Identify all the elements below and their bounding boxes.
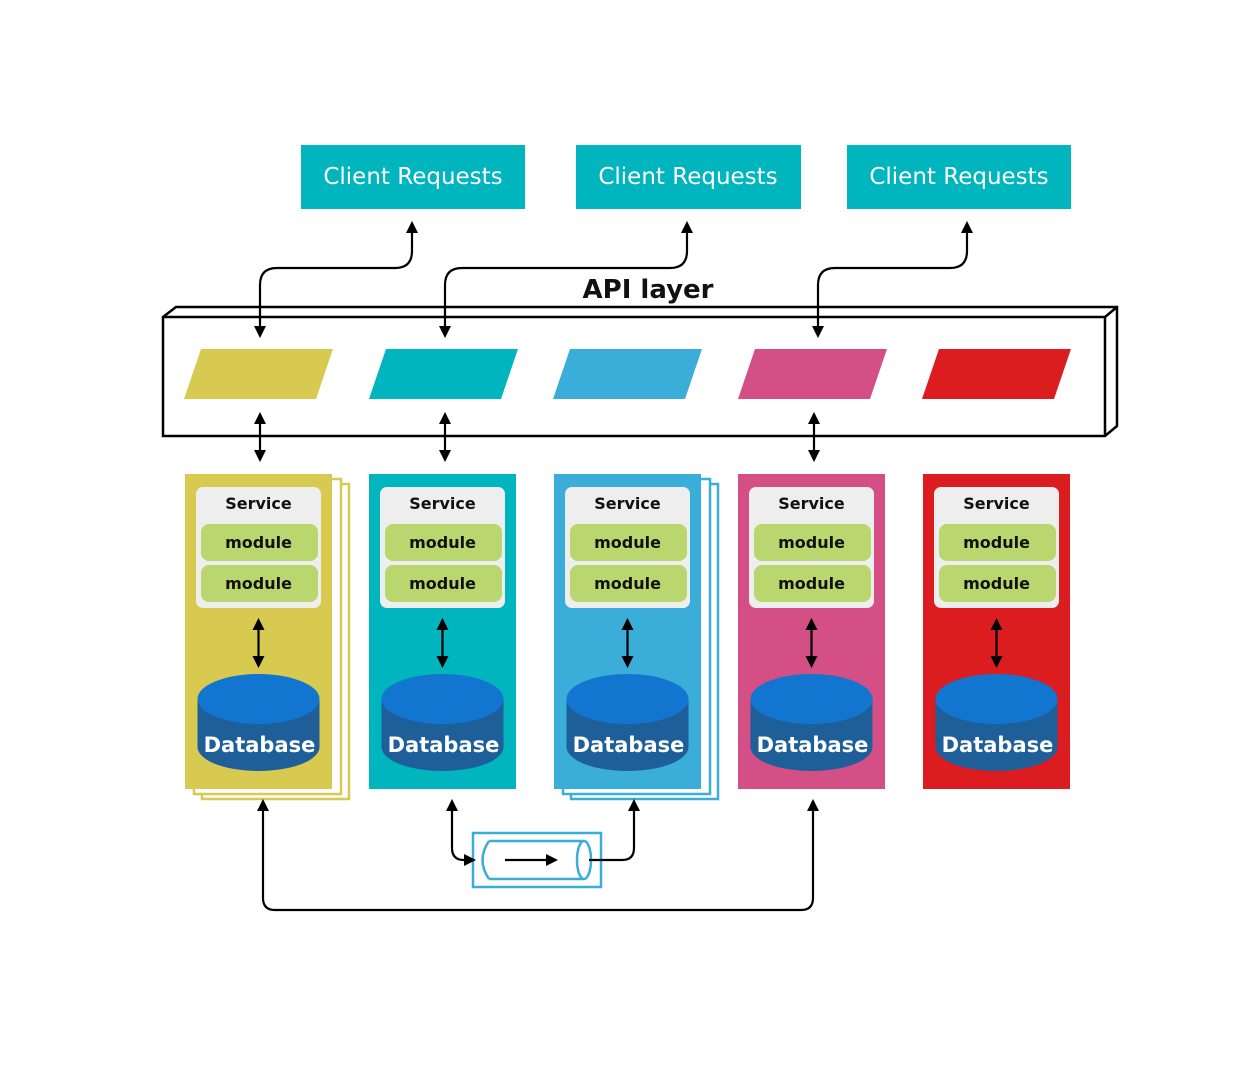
module-label: module [778,574,845,593]
api-endpoint[interactable] [922,349,1071,399]
api-endpoint[interactable] [369,349,518,399]
client-request-label: Client Requests [323,164,502,190]
client-request-label: Client Requests [598,164,777,190]
database[interactable]: Database [197,674,320,771]
service-column[interactable]: Service module module Database [923,474,1070,789]
service-column[interactable]: Service module module Database [185,474,351,801]
module-label: module [594,533,661,552]
database-label: Database [757,733,869,757]
service-to-queue-arrow [445,798,477,867]
api-endpoint[interactable] [553,349,702,399]
api-endpoint[interactable] [738,349,887,399]
client-requests-group: Client Requests Client Requests Client R… [301,145,1071,209]
database-top [566,674,689,724]
service-label: Service [594,494,661,513]
module-label: module [225,574,292,593]
database[interactable]: Database [935,674,1058,771]
service-label: Service [963,494,1030,513]
module-label: module [778,533,845,552]
database-top [197,674,320,724]
service-column[interactable]: Service module module Database [554,474,720,801]
database[interactable]: Database [566,674,689,771]
module-label: module [225,533,292,552]
database-top [381,674,504,724]
client-request-box[interactable]: Client Requests [576,145,801,209]
database[interactable]: Database [750,674,873,771]
client-request-label: Client Requests [869,164,1048,190]
database-top [750,674,873,724]
database-label: Database [573,733,685,757]
service-label: Service [225,494,292,513]
client-request-box[interactable]: Client Requests [847,145,1071,209]
database-top [935,674,1058,724]
queue-cylinder-end [575,839,593,881]
services-group: Service module module Database Service module… [185,474,1070,801]
service-label: Service [409,494,476,513]
database-label: Database [204,733,316,757]
database-label: Database [388,733,500,757]
service-label: Service [778,494,845,513]
api-layer-title: API layer [583,275,714,305]
database-label: Database [942,733,1054,757]
service-column[interactable]: Service module module Database [369,474,516,789]
message-queue[interactable] [471,831,603,889]
api-endpoints [184,349,1071,399]
module-label: module [963,533,1030,552]
module-label: module [409,533,476,552]
database[interactable]: Database [381,674,504,771]
module-label: module [963,574,1030,593]
service-column[interactable]: Service module module Database [738,474,885,789]
api-endpoint[interactable] [184,349,333,399]
client-request-box[interactable]: Client Requests [301,145,525,209]
module-label: module [409,574,476,593]
architecture-diagram: Client Requests Client Requests Client R… [161,145,1119,912]
module-label: module [594,574,661,593]
